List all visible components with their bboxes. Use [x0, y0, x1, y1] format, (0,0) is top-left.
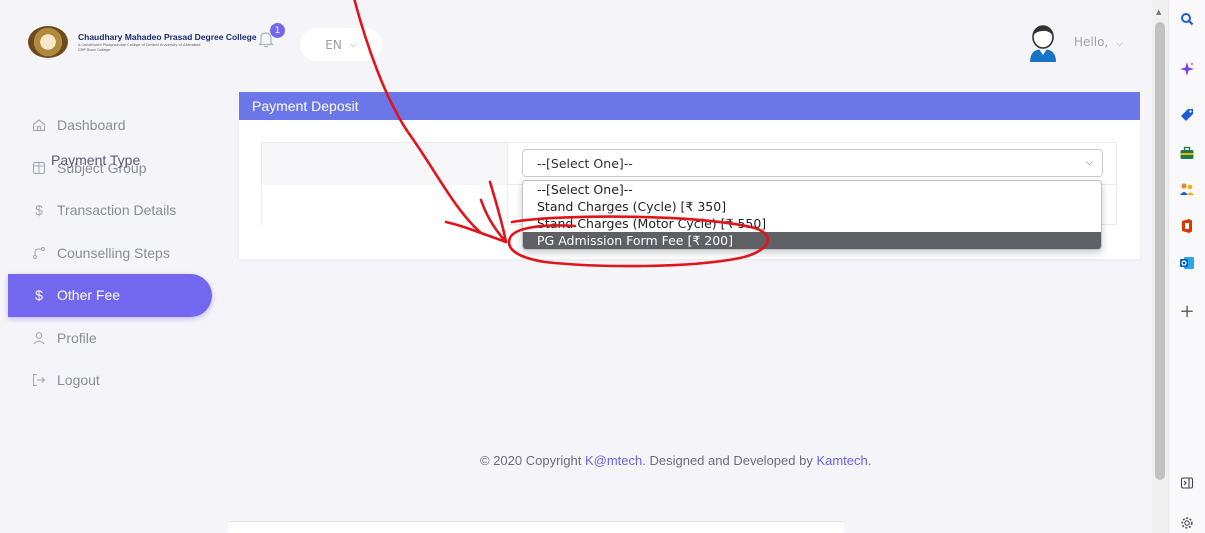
payment-type-select[interactable]: --[Select One]-- ⌵	[522, 149, 1103, 177]
sidebar-item-label: Profile	[57, 329, 97, 346]
logout-icon	[32, 373, 46, 387]
copyright-suffix: .	[867, 453, 872, 468]
sparkle-icon[interactable]	[1176, 58, 1198, 80]
search-icon[interactable]	[1176, 8, 1198, 30]
sidebar-item-counselling-steps[interactable]: Counselling Steps	[0, 232, 228, 275]
sidebar-toggle-icon[interactable]	[1176, 472, 1198, 494]
sidebar-item-label: Transaction Details	[57, 202, 177, 219]
scroll-thumb[interactable]	[1155, 22, 1165, 480]
copyright-middle: . Designed and Developed by	[642, 453, 817, 468]
developer-link[interactable]: Kamtech	[816, 453, 867, 468]
notification-badge: 1	[270, 23, 285, 38]
sidebar-item-profile[interactable]: Profile	[0, 317, 228, 360]
dropdown-option[interactable]: Stand Charges (Motor Cycle) [₹ 550]	[523, 215, 1101, 232]
people-icon[interactable]	[1176, 178, 1198, 200]
payment-type-label: Payment Type	[51, 152, 141, 168]
user-greeting[interactable]: Hello, ⌵	[1074, 35, 1123, 49]
user-icon	[32, 331, 46, 345]
sidebar-item-label: Dashboard	[57, 117, 126, 134]
outlook-icon[interactable]	[1176, 252, 1198, 274]
sidebar-item-label: Other Fee	[57, 287, 121, 304]
dropdown-option[interactable]: Stand Charges (Cycle) [₹ 350]	[523, 198, 1101, 215]
language-label: EN	[325, 37, 342, 52]
chevron-down-icon: ⌵	[349, 39, 357, 50]
sidebar-item-other-fee[interactable]: $ Other Fee	[0, 274, 228, 317]
payment-type-dropdown: --[Select One]-- Stand Charges (Cycle) […	[522, 180, 1102, 250]
office-icon[interactable]	[1176, 215, 1198, 237]
college-logo[interactable]: Chaudhary Mahadeo Prasad Degree College …	[28, 26, 257, 58]
sidebar-item-label: Counselling Steps	[57, 244, 170, 261]
label-cell	[262, 143, 508, 185]
grid-icon	[32, 161, 46, 175]
sidebar-item-logout[interactable]: Logout	[0, 359, 228, 402]
language-selector[interactable]: EN ⌵	[300, 28, 382, 61]
dropdown-option[interactable]: --[Select One]--	[523, 181, 1101, 198]
copyright-prefix: © 2020 Copyright	[480, 453, 585, 468]
college-seal-icon	[28, 26, 68, 58]
home-icon	[32, 118, 46, 132]
select-value: --[Select One]--	[537, 155, 633, 171]
dropdown-option-highlighted[interactable]: PG Admission Form Fee [₹ 200]	[523, 232, 1101, 249]
page-scrollbar[interactable]: ▲	[1152, 0, 1168, 533]
tag-icon[interactable]	[1176, 104, 1198, 126]
card-header: Payment Deposit	[239, 92, 1140, 120]
chevron-down-icon: ⌵	[1086, 158, 1093, 168]
browser-side-panel: +	[1168, 0, 1205, 533]
dollar-icon: $	[35, 202, 43, 219]
sidebar-item-transaction-details[interactable]: $ Transaction Details	[0, 189, 228, 232]
sidebar-menu: Dashboard Subject Group $ Transaction De…	[0, 104, 228, 402]
brand-link[interactable]: K@mtech	[585, 453, 642, 468]
dollar-icon: $	[35, 287, 43, 304]
copyright-text: © 2020 Copyright K@mtech. Designed and D…	[480, 453, 871, 468]
label-cell	[262, 185, 508, 225]
app-root: Chaudhary Mahadeo Prasad Degree College …	[0, 0, 1205, 533]
top-bar: 1 EN ⌵ Hello, ⌵	[228, 0, 1152, 82]
sidebar-item-label: Logout	[57, 372, 100, 389]
gear-icon[interactable]	[1176, 512, 1198, 533]
avatar[interactable]	[1026, 24, 1060, 62]
greeting-text: Hello,	[1074, 35, 1109, 49]
route-icon	[32, 246, 46, 260]
bottom-strip	[228, 521, 844, 533]
toolbox-icon[interactable]	[1176, 142, 1198, 164]
sidebar-item-dashboard[interactable]: Dashboard	[0, 104, 228, 147]
scroll-up-icon[interactable]: ▲	[1156, 8, 1161, 16]
chevron-down-icon: ⌵	[1116, 39, 1123, 49]
add-icon[interactable]: +	[1176, 300, 1198, 322]
sidebar: Chaudhary Mahadeo Prasad Degree College …	[0, 0, 257, 533]
